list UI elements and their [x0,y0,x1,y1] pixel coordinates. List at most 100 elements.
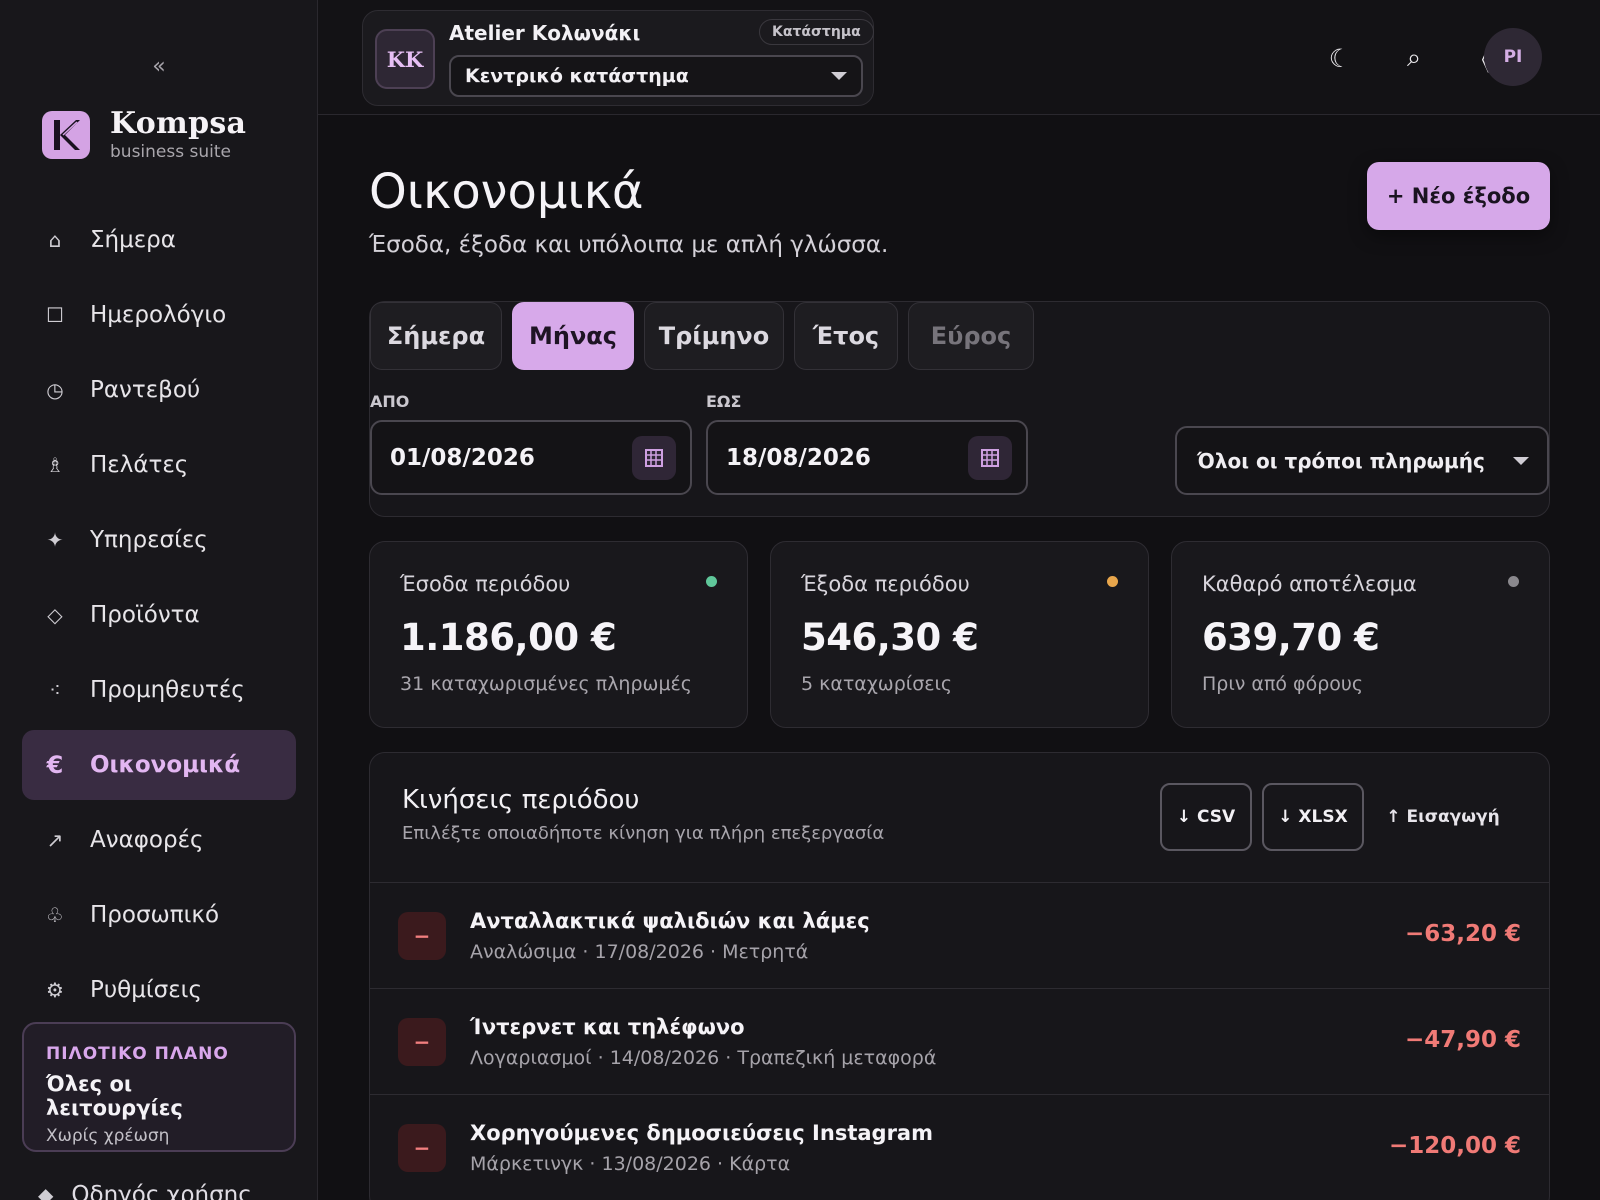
import-button[interactable]: ↑ Εισαγωγή [1378,783,1508,851]
payment-method-select[interactable]: Όλοι οι τρόποι πληρωμής [1175,426,1549,495]
calendar-icon[interactable] [968,435,1012,480]
stat-value: 546,30 € [801,616,979,659]
topbar-actions: ☾⌕◊ [1288,36,1510,80]
sidebar-item-arrow-up-right[interactable]: ↗ Αναφορές [22,805,296,875]
clock-icon: ◷ [46,378,64,402]
store-type-badge: Κατάστημα [759,19,874,45]
sidebar-item-label: Ρυθμίσεις [90,977,202,1003]
to-date-field[interactable]: 18/08/2026 [706,420,1028,495]
sidebar-item-label: Ραντεβού [90,377,201,403]
sidebar-item-label: Ημερολόγιο [90,302,227,328]
stat-label: Καθαρό αποτέλεσμα [1202,572,1417,596]
transaction-meta: Μάρκετινγκ · 13/08/2026 · Κάρτα [470,1153,791,1175]
tab-today[interactable]: Σήμερα [370,302,502,370]
transaction-amount: −120,00 € [1388,1133,1521,1159]
tab-month[interactable]: Μήνας [512,302,634,370]
stat-value: 639,70 € [1202,616,1380,659]
to-date-value: 18/08/2026 [726,444,871,471]
sidebar-item-staff[interactable]: ♧ Προσωπικό [22,880,296,950]
sidebar-item-clients[interactable]: ♗ Πελάτες [22,430,296,500]
sidebar-item-clock[interactable]: ◷ Ραντεβού [22,355,296,425]
transaction-amount: −47,90 € [1404,1027,1521,1053]
calendar-icon[interactable] [632,435,676,480]
plan-card[interactable]: ΠΙΛΟΤΙΚΟ ΠΛΑΝΟ Όλες οι λειτουργίες Χωρίς… [22,1022,296,1152]
transaction-name: Ανταλλακτικά ψαλιδιών και λάμες [470,909,870,933]
chevron-down-icon [1513,456,1529,465]
moon-icon[interactable]: ☾ [1318,36,1362,80]
sidebar: « Kompsa business suite ⌂ Σήμερα ☐ Ημερολόγ… [0,0,318,1200]
collapse-sidebar-icon[interactable]: « [146,54,172,80]
transactions-panel: Κινήσεις περιόδου Επιλέξτε οποιαδήποτε κ… [369,752,1550,1200]
new-expense-button[interactable]: + Νέο έξοδο [1367,162,1550,230]
clients-icon: ♗ [46,453,64,477]
stat-note: 5 καταχωρίσεις [801,673,953,695]
transactions-header: Κινήσεις περιόδου Επιλέξτε οποιαδήποτε κ… [370,753,1549,883]
tab-range[interactable]: Εύρος [908,302,1034,370]
sidebar-item-home[interactable]: ⌂ Σήμερα [22,205,296,275]
page-title: Οικονομικά [369,164,644,220]
sidebar-item-label: Υπηρεσίες [90,527,208,553]
transaction-row[interactable]: − Ανταλλακτικά ψαλιδιών και λάμες Αναλώσιμ… [370,883,1549,989]
sidebar-item-label: Προσωπικό [90,902,220,928]
branch-select[interactable]: Κεντρικό κατάστημα [449,55,863,97]
sidebar-item-guide[interactable]: ◆ Οδηγός χρήσης [38,1182,252,1200]
sidebar-item-label: Προϊόντα [90,602,200,628]
to-date-label: ΕΩΣ [706,392,742,411]
plan-title: Όλες οι λειτουργίες [46,1072,183,1120]
status-dot-icon [1107,576,1118,587]
transaction-meta: Λογαριασμοί · 14/08/2026 · Τραπεζική μετ… [470,1047,937,1069]
brand-name: Kompsa [110,106,247,141]
topbar: KK Atelier Κολωνάκι Κατάστημα Κεντρικό κ… [318,0,1600,115]
page-subtitle: Έσοδα, έξοδα και υπόλοιπα με απλή γλώσσα… [369,232,889,258]
sidebar-item-product[interactable]: ◇ Προϊόντα [22,580,296,650]
tab-year[interactable]: Έτος [794,302,898,370]
product-icon: ◇ [47,603,63,627]
brand[interactable]: Kompsa business suite [42,108,246,162]
export-csv-button[interactable]: ↓ CSV [1160,783,1252,851]
stat-value: 1.186,00 € [400,616,617,659]
store-switcher[interactable]: KK Atelier Κολωνάκι Κατάστημα Κεντρικό κ… [362,10,874,106]
period-tabs: Σήμερα Μήνας Τρίμηνο Έτος Εύρος [370,302,1044,370]
sidebar-item-label: Οδηγός χρήσης [71,1182,252,1200]
branch-select-value: Κεντρικό κατάστημα [465,65,689,87]
stat-label: Έξοδα περιόδου [801,572,970,596]
sidebar-item-calendar[interactable]: ☐ Ημερολόγιο [22,280,296,350]
kompsa-logo-icon [42,111,90,159]
arrow-up-right-icon: ↗ [46,828,64,852]
stat-note: Πριν από φόρους [1202,673,1364,695]
transaction-name: Χορηγούμενες δημοσιεύσεις Instagram [470,1121,933,1145]
sidebar-item-gear[interactable]: ⚙ Ρυθμίσεις [22,955,296,1025]
export-xlsx-button[interactable]: ↓ XLSX [1262,783,1364,851]
transactions-subtitle: Επιλέξτε οποιαδήποτε κίνηση για πλήρη επ… [402,823,885,844]
transactions-title: Κινήσεις περιόδου [402,785,640,815]
income-card: Έσοδα περιόδου 1.186,00 € 31 καταχωρισμένε… [369,541,748,728]
plan-badge: ΠΙΛΟΤΙΚΟ ΠΛΑΝΟ [46,1044,229,1064]
tab-quarter[interactable]: Τρίμηνο [644,302,784,370]
suppliers-icon: ⁖ [49,678,61,702]
transaction-meta: Αναλώσιμα · 17/08/2026 · Μετρητά [470,941,809,963]
user-avatar[interactable]: PI [1484,28,1542,86]
expenses-card: Έξοδα περιόδου 546,30 € 5 καταχωρίσεις [770,541,1149,728]
from-date-field[interactable]: 01/08/2026 [370,420,692,495]
sparkle-icon: ✦ [46,528,64,552]
from-date-value: 01/08/2026 [390,444,535,471]
sidebar-item-label: Αναφορές [90,827,204,853]
sidebar-nav: ⌂ Σήμερα ☐ Ημερολόγιο ◷ Ραντεβού ♗ Πελάτες ✦ Υπηρ… [22,205,296,1030]
sidebar-item-euro[interactable]: € Οικονομικά [22,730,296,800]
home-icon: ⌂ [48,228,62,252]
sidebar-item-suppliers[interactable]: ⁖ Προμηθευτές [22,655,296,725]
from-date-label: ΑΠΟ [370,392,410,411]
status-dot-icon [706,576,717,587]
sidebar-item-sparkle[interactable]: ✦ Υπηρεσίες [22,505,296,575]
guide-icon: ◆ [38,1183,54,1200]
sidebar-item-label: Προμηθευτές [90,677,245,703]
calendar-icon: ☐ [46,303,64,327]
euro-icon: € [46,751,64,779]
stat-label: Έσοδα περιόδου [400,572,571,596]
search-icon[interactable]: ⌕ [1392,36,1436,80]
transaction-row[interactable]: − Ίντερνετ και τηλέφωνο Λογαριασμοί · 14/0… [370,989,1549,1095]
expense-minus-icon: − [398,1018,446,1066]
net-result-card: Καθαρό αποτέλεσμα 639,70 € Πριν από φόρους [1171,541,1550,728]
transaction-row[interactable]: − Χορηγούμενες δημοσιεύσεις Instagram Μάρκ… [370,1095,1549,1200]
sidebar-item-label: Πελάτες [90,452,189,478]
